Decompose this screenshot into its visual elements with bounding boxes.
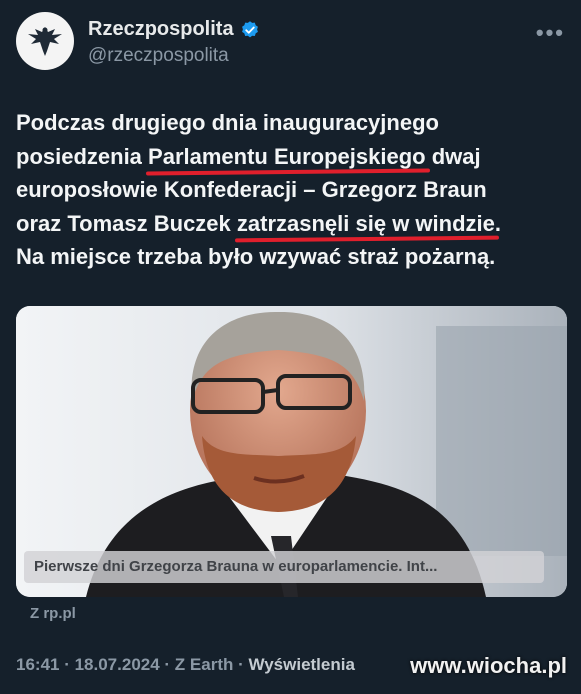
tweet-text-segment: . [494, 210, 501, 236]
tweet-line: oraz Tomasz Buczek zatrzasnęli się w win… [16, 207, 566, 241]
eagle-logo-icon [28, 27, 62, 56]
tweet-time[interactable]: 16:41 [16, 655, 59, 674]
site-watermark: www.wiocha.pl [410, 653, 567, 678]
link-card-image[interactable]: Pierwsze dni Grzegorza Brauna w europarl… [16, 306, 567, 597]
tweet-line: europosłowie Konfederacji – Grzegorz Bra… [16, 177, 487, 202]
tweet-line: Na miejsce trzeba było wzywać straż poża… [16, 244, 496, 269]
meta-separator: · [233, 655, 249, 674]
meta-separator: · [159, 655, 175, 674]
tweet-date[interactable]: 18.07.2024 [75, 655, 160, 674]
author-name[interactable]: Rzeczpospolita [88, 18, 234, 41]
tweet-header: Rzeczpospolita @rzeczpospolita ••• [16, 12, 565, 74]
tweet-client: Z Earth [174, 655, 234, 674]
card-source-link[interactable]: Z rp.pl [30, 605, 76, 622]
tweet-metadata: 16:41 · 18.07.2024 · Z Earth · Wyświetle… [16, 655, 355, 675]
tweet-line: posiedzenia Parlamentu Europejskiego dwa… [16, 140, 566, 174]
verified-badge-icon [241, 20, 258, 37]
tweet-text-segment: dwaj [425, 143, 481, 169]
tweet-text-segment: oraz Tomasz Buczek [16, 210, 237, 236]
tweet-text: Podczas drugiego dnia inauguracyjnego po… [16, 106, 566, 274]
underlined-phrase: zatrzasnęli się w windzie [236, 210, 495, 236]
avatar[interactable] [16, 12, 74, 70]
underlined-phrase: Parlamentu Europejskiego [148, 143, 426, 169]
tweet-line: Podczas drugiego dnia inauguracyjnego [16, 110, 439, 135]
more-options-button[interactable]: ••• [536, 20, 565, 46]
author-handle[interactable]: @rzeczpospolita [88, 45, 229, 67]
tweet-text-segment: posiedzenia [16, 143, 149, 169]
views-label[interactable]: Wyświetlenia [248, 655, 354, 674]
card-caption[interactable]: Pierwsze dni Grzegorza Brauna w europarl… [24, 551, 544, 583]
meta-separator: · [59, 655, 75, 674]
